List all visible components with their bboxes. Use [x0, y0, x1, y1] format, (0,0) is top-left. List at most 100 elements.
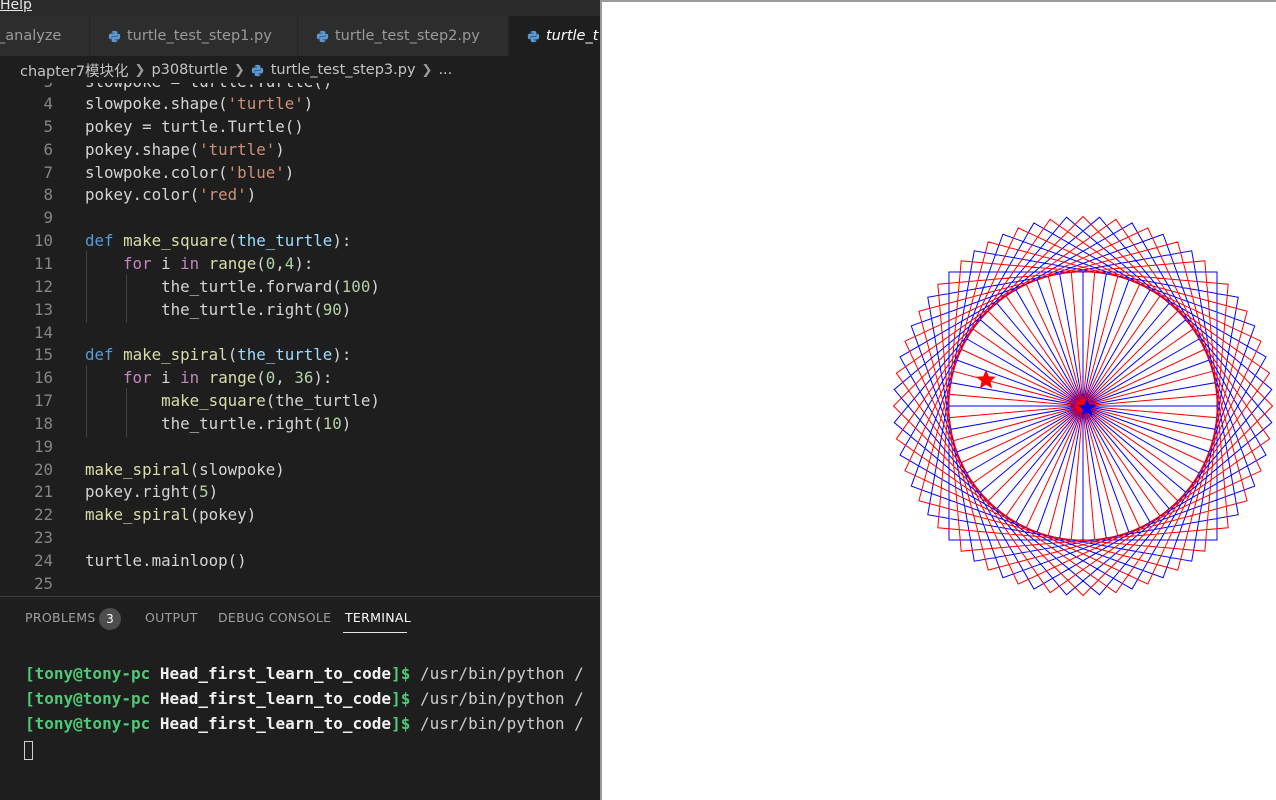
terminal-command: /usr/bin/python /: [410, 664, 584, 683]
active-tab-indicator: [343, 632, 407, 633]
code-line[interactable]: 23: [0, 526, 600, 549]
code-line[interactable]: 17 make_square(the_turtle): [0, 389, 600, 412]
line-number: 15: [33, 345, 53, 365]
turtle-graphics-window[interactable]: [600, 0, 1276, 800]
tab-label: turtle_test_step2.py: [335, 28, 480, 44]
code-line[interactable]: 12 the_turtle.forward(100): [0, 275, 600, 298]
line-number: 7: [43, 162, 53, 182]
code-line[interactable]: 5 pokey = turtle.Turtle(): [0, 115, 600, 138]
line-code: make_spiral(slowpoke): [85, 459, 285, 479]
tab-problems[interactable]: PROBLEMS: [25, 610, 96, 625]
code-line[interactable]: 22 make_spiral(pokey): [0, 503, 600, 526]
terminal-dir: Head_first_learn_to_code: [159, 714, 392, 733]
line-number: 14: [33, 322, 53, 342]
code-line[interactable]: 20 make_spiral(slowpoke): [0, 458, 600, 481]
turtle-pokey-icon: [976, 369, 996, 389]
line-number: 21: [33, 482, 53, 502]
tab-terminal[interactable]: TERMINAL: [345, 610, 411, 625]
line-number: 20: [33, 459, 53, 479]
python-file-icon: [316, 30, 329, 43]
code-line[interactable]: 14: [0, 321, 600, 344]
code-line[interactable]: 8 pokey.color('red'): [0, 183, 600, 206]
line-code: turtle.mainloop(): [85, 551, 247, 570]
code-line[interactable]: 21 pokey.right(5): [0, 480, 600, 503]
terminal-prompt: ]$: [391, 664, 411, 683]
code-line[interactable]: 13 the_turtle.right(90): [0, 298, 600, 321]
python-file-icon: [108, 30, 121, 43]
line-code: make_spiral(pokey): [85, 505, 257, 525]
problems-count-badge: 3: [99, 608, 121, 630]
chevron-right-icon: ❯: [233, 62, 245, 78]
terminal-dir: Head_first_learn_to_code: [159, 689, 392, 708]
tab-turtle-test-step1[interactable]: turtle_test_step1.py: [90, 16, 298, 56]
line-code: pokey = turtle.Turtle(): [85, 116, 304, 136]
tab-turtle-test-step3[interactable]: turtle_t: [509, 16, 600, 56]
indent-guide: [126, 274, 127, 323]
line-number: 17: [33, 391, 53, 411]
code-line[interactable]: 24 turtle.mainloop(): [0, 549, 600, 572]
line-code: for i in range(0,4):: [123, 253, 314, 273]
menubar: Help: [0, 0, 600, 16]
indent-guide: [126, 388, 127, 437]
code-line[interactable]: 6 pokey.shape('turtle'): [0, 138, 600, 161]
tab-turtle-test-step2[interactable]: turtle_test_step2.py: [298, 16, 509, 56]
panel-tabs: PROBLEMS 3 OUTPUT DEBUG CONSOLE TERMINAL: [0, 597, 600, 635]
menu-help[interactable]: Help: [0, 0, 32, 13]
line-number: 4: [43, 94, 53, 113]
code-line[interactable]: 18 the_turtle.right(10): [0, 412, 600, 435]
line-code: for i in range(0, 36):: [123, 368, 333, 388]
tab-label: _analyze: [0, 28, 62, 44]
tab-label: turtle_test_step1.py: [127, 28, 272, 44]
breadcrumb-folder-chapter7[interactable]: chapter7模块化: [20, 60, 129, 81]
breadcrumb-ellipsis[interactable]: ...: [438, 62, 452, 78]
line-number: 16: [33, 368, 53, 388]
code-line[interactable]: 4 slowpoke.shape('turtle'): [0, 92, 600, 115]
line-code: slowpoke.color('blue'): [85, 162, 295, 182]
terminal-line: [tony@tony-pc Head_first_learn_to_code]$…: [25, 688, 584, 710]
terminal-user: [tony@tony-pc: [25, 689, 151, 708]
code-line[interactable]: 9: [0, 206, 600, 229]
tab-bar: _analyze turtle_test_step1.py turtle_tes…: [0, 16, 600, 56]
line-code: the_turtle.right(10): [85, 413, 352, 433]
code-line[interactable]: 19: [0, 435, 600, 458]
code-line[interactable]: 25: [0, 572, 600, 595]
terminal-line: [tony@tony-pc Head_first_learn_to_code]$…: [25, 663, 584, 685]
code-editor[interactable]: 3slowpoke = turtle.Turtle()4slowpoke.sha…: [0, 83, 600, 596]
terminal-prompt: ]$: [391, 689, 411, 708]
line-code: the_turtle.right(90): [85, 299, 352, 319]
code-line[interactable]: 15 def make_spiral(the_turtle):: [0, 343, 600, 366]
terminal-command: /usr/bin/python /: [410, 714, 584, 733]
terminal-cursor[interactable]: [24, 741, 33, 760]
terminal-dir: Head_first_learn_to_code: [159, 664, 392, 683]
code-line[interactable]: 11 for i in range(0,4):: [0, 252, 600, 275]
tab-output[interactable]: OUTPUT: [145, 610, 198, 625]
line-number: 12: [33, 276, 53, 296]
terminal-command: /usr/bin/python /: [410, 689, 584, 708]
code-line[interactable]: 7 slowpoke.color('blue'): [0, 161, 600, 184]
line-code: def make_spiral(the_turtle):: [85, 345, 352, 365]
tab-label: turtle_t: [546, 28, 599, 44]
code-line[interactable]: 16 for i in range(0, 36):: [0, 366, 600, 389]
code-line[interactable]: 10 def make_square(the_turtle):: [0, 229, 600, 252]
terminal-user: [tony@tony-pc: [25, 664, 151, 683]
line-number: 19: [33, 436, 53, 456]
python-file-icon: [527, 30, 540, 43]
line-number: 5: [43, 116, 53, 136]
breadcrumb-folder-p308turtle[interactable]: p308turtle: [151, 62, 227, 78]
terminal-user: [tony@tony-pc: [25, 714, 151, 733]
tab-debug-console[interactable]: DEBUG CONSOLE: [218, 610, 331, 625]
indent-guide: [86, 365, 87, 437]
line-number: 6: [43, 139, 53, 159]
tab-analyze[interactable]: _analyze: [0, 16, 90, 56]
line-number: 18: [33, 413, 53, 433]
indent-guide: [86, 251, 87, 323]
chevron-right-icon: ❯: [421, 62, 433, 78]
breadcrumb-file[interactable]: turtle_test_step3.py: [271, 62, 416, 78]
line-number: 25: [33, 573, 53, 593]
editor-window: Help _analyze turtle_test_step1.py turtl…: [0, 0, 600, 800]
line-number: 11: [33, 253, 53, 273]
line-number: 10: [33, 231, 53, 251]
line-number: 23: [33, 528, 53, 548]
breadcrumb: chapter7模块化 ❯ p308turtle ❯ turtle_test_s…: [0, 57, 600, 83]
terminal-prompt: ]$: [391, 714, 411, 733]
